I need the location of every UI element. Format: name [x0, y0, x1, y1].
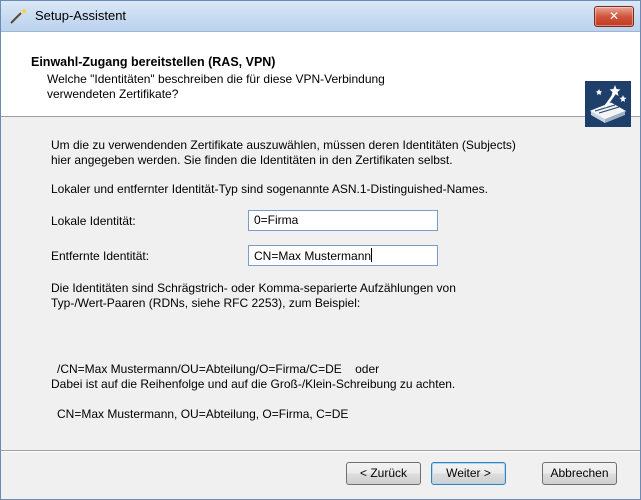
back-button[interactable]: < Zurück — [346, 462, 421, 485]
explain-text: Die Identitäten sind Schrägstrich- oder … — [51, 281, 456, 311]
remote-identity-field[interactable]: CN=Max Mustermann — [248, 245, 438, 266]
local-identity-field[interactable]: 0=Firma — [248, 210, 438, 231]
case-note: Dabei ist auf die Reihenfolge und auf di… — [51, 377, 456, 391]
cancel-button[interactable]: Abbrechen — [542, 462, 617, 485]
local-identity-label: Lokale Identität: — [51, 214, 136, 228]
subtitle-line-1: Welche "Identitäten" beschreiben die für… — [47, 72, 385, 86]
wizard-magic-icon — [585, 81, 631, 127]
intro-line-1: Um die zu verwendenden Zertifikate auszu… — [51, 138, 516, 152]
intro-text: Um die zu verwendenden Zertifikate auszu… — [51, 138, 516, 168]
example-line-1: /CN=Max Mustermann/OU=Abteilung/O=Firma/… — [57, 362, 380, 376]
page-subtitle: Welche "Identitäten" beschreiben die für… — [47, 72, 507, 102]
example-line-2: CN=Max Mustermann, OU=Abteilung, O=Firma… — [57, 407, 349, 421]
close-icon: ✕ — [608, 9, 620, 23]
remote-identity-value: CN=Max Mustermann — [254, 249, 372, 263]
text-caret — [371, 248, 373, 262]
subtitle-line-2: verwendeten Zertifikate? — [47, 87, 179, 101]
explain-line-2: Typ-/Wert-Paaren (RDNs, siehe RFC 2253),… — [51, 296, 361, 310]
remote-identity-label: Entfernte Identität: — [51, 249, 150, 263]
explain-line-1: Die Identitäten sind Schrägstrich- oder … — [51, 281, 456, 295]
wizard-wand-icon — [9, 7, 29, 25]
wizard-header: Einwahl-Zugang bereitstellen (RAS, VPN) … — [1, 32, 640, 127]
page-title: Einwahl-Zugang bereitstellen (RAS, VPN) — [31, 55, 276, 69]
asn-note: Lokaler und entfernter Identität-Typ sin… — [51, 182, 488, 196]
example-text: /CN=Max Mustermann/OU=Abteilung/O=Firma/… — [57, 332, 379, 452]
footer-divider — [1, 450, 640, 452]
title-bar[interactable]: Setup-Assistent ✕ — [1, 1, 640, 32]
intro-line-2: hier angegeben werden. Sie finden die Id… — [51, 153, 453, 167]
window-title: Setup-Assistent — [35, 8, 127, 23]
next-button[interactable]: Weiter > — [431, 462, 506, 485]
setup-wizard-window: Setup-Assistent ✕ Einwahl-Zugang bereits… — [0, 0, 641, 500]
close-button[interactable]: ✕ — [594, 6, 634, 27]
local-identity-value: 0=Firma — [254, 213, 299, 227]
